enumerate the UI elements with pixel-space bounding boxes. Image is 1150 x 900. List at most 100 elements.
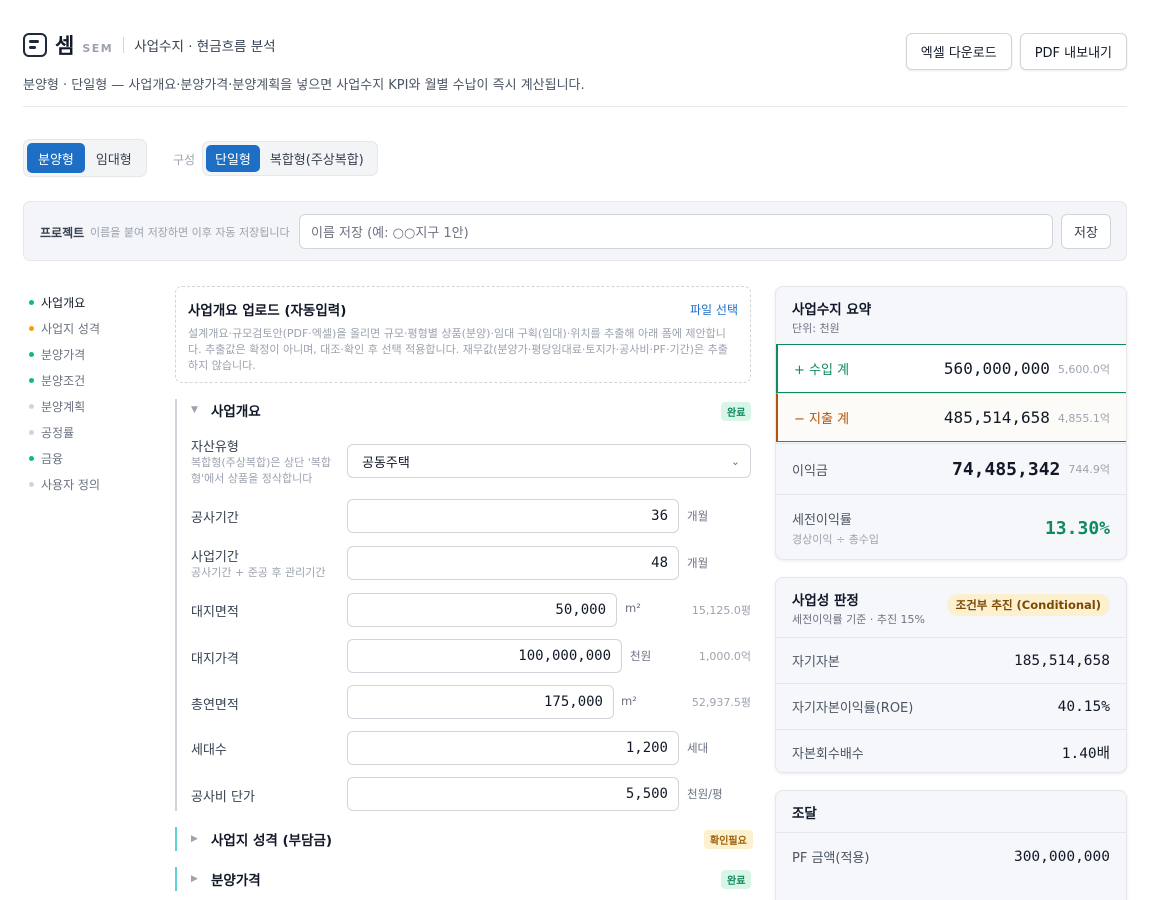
excel-download-button[interactable]: 엑셀 다운로드: [905, 33, 1012, 70]
nav-label: 분양조건: [41, 373, 86, 388]
composition-label: 구성: [173, 153, 196, 167]
revenue-small: 5,600.0억: [1057, 362, 1110, 376]
margin-sub: 경상이익 ÷ 총수입: [792, 533, 880, 546]
margin-value: 13.30%: [1044, 517, 1110, 539]
field-sub: 공사기간 + 준공 후 관리기간: [191, 566, 326, 579]
composition-toggle: 단일형 복합형(주상복합): [202, 141, 378, 176]
logo-text: 셈: [55, 34, 75, 58]
unit-label: m²: [625, 601, 641, 615]
nav-item-plan[interactable]: 분양계획: [29, 393, 100, 419]
status-dot-icon: [29, 299, 34, 305]
profit-value: 74,485,342: [952, 458, 1061, 480]
upload-desc-line: 하지 않습니다.: [188, 359, 256, 372]
field-label: 자산유형: [191, 440, 239, 455]
expense-label: − 지출 계: [794, 412, 850, 427]
composition-option-single[interactable]: 단일형: [206, 145, 260, 172]
type-option-rental[interactable]: 임대형: [85, 143, 143, 173]
upload-desc-line: 다. 추출값은 확정이 아니며, 대조·확인 후 선택 적용합니다. 재무값(분…: [188, 343, 728, 356]
multiple-row: 자본회수배수 1.40배: [776, 729, 1126, 772]
nav-item-finance[interactable]: 금융: [29, 445, 100, 471]
status-dot-icon: [29, 351, 34, 357]
field-label: 총연면적: [191, 698, 239, 713]
margin-row: 세전이익률 경상이익 ÷ 총수입 13.30%: [776, 494, 1126, 559]
card-title: 사업수지 요약: [792, 302, 872, 318]
business-period-input[interactable]: 48: [347, 546, 679, 580]
profit-label: 이익금: [792, 463, 828, 479]
card-sub: 단위: 천원: [792, 322, 840, 335]
page-title: 사업수지 · 현금흐름 분석: [134, 39, 276, 55]
construction-period-input[interactable]: 36: [347, 499, 679, 533]
converted-value: 15,125.0평: [691, 604, 751, 617]
profit-row: 이익금 74,485,342 744.9억: [776, 443, 1126, 494]
project-save-button[interactable]: 저장: [1061, 214, 1111, 249]
project-name-input[interactable]: 이름 저장 (예: ○○지구 1안): [299, 214, 1053, 249]
divider: [123, 37, 125, 53]
households-input[interactable]: 1,200: [347, 731, 679, 765]
project-label: 프로젝트: [40, 226, 85, 240]
pf-row: PF 금액(적용) 300,000,000: [776, 832, 1126, 880]
nav-label: 금융: [41, 451, 64, 466]
funding-card: 조달 PF 금액(적용) 300,000,000: [775, 790, 1127, 900]
chevron-right-icon: ▶: [191, 874, 198, 884]
nav-item-progress[interactable]: 공정률: [29, 419, 100, 445]
expense-row: − 지출 계 485,514,658 4,855.1억: [776, 393, 1126, 442]
type-option-sale[interactable]: 분양형: [27, 143, 85, 173]
section-header-overview[interactable]: ▼ 사업개요: [191, 398, 261, 422]
status-dot-icon: [29, 481, 34, 487]
field-label: 세대수: [191, 743, 227, 758]
nav-item-site[interactable]: 사업지 성격: [29, 315, 100, 341]
unit-label: 천원/평: [687, 787, 723, 801]
row-label: 자본회수배수: [792, 746, 864, 762]
field-label: 대지가격: [191, 652, 239, 667]
row-value: 185,514,658: [1013, 652, 1110, 669]
section-accent: [175, 867, 177, 891]
nav-label: 사업지 성격: [41, 321, 101, 336]
section-title: 사업지 성격 (부담금): [211, 833, 333, 849]
nav-item-overview[interactable]: 사업개요: [29, 289, 100, 315]
nav-item-price[interactable]: 분양가격: [29, 341, 100, 367]
revenue-label: + 수입 계: [794, 363, 850, 378]
field-label: 사업기간: [191, 550, 239, 565]
nav-label: 공정률: [41, 425, 75, 440]
nav-label: 분양가격: [41, 347, 86, 362]
summary-card: 사업수지 요약 단위: 천원 + 수입 계 560,000,000 5,600.…: [775, 286, 1127, 560]
chevron-down-icon: ⌄: [730, 454, 740, 468]
type-toggle: 분양형 임대형: [23, 139, 147, 177]
field-label: 공사기간: [191, 511, 239, 526]
status-badge: 완료: [721, 870, 752, 889]
land-price-input[interactable]: 100,000,000: [347, 639, 622, 673]
section-title: 사업개요: [211, 404, 261, 420]
field-sub: 복합형(주상복합)은 상단 '복합: [191, 456, 332, 469]
logo-sub: SEM: [82, 41, 114, 55]
composition-option-mixed[interactable]: 복합형(주상복합): [260, 145, 374, 172]
status-badge: 확인필요: [704, 830, 753, 849]
row-value: 1.40배: [1061, 745, 1110, 762]
gross-floor-area-input[interactable]: 175,000: [347, 685, 614, 719]
unit-label: 개월: [687, 509, 709, 523]
pdf-export-button[interactable]: PDF 내보내기: [1019, 33, 1127, 70]
section-header-site[interactable]: ▶ 사업지 성격 (부담금): [191, 827, 332, 851]
construction-cost-input[interactable]: 5,500: [347, 777, 679, 811]
select-value: 공동주택: [362, 455, 410, 471]
section-header-price[interactable]: ▶ 분양가격: [191, 867, 261, 891]
status-dot-icon: [29, 325, 34, 331]
section-nav: 사업개요 사업지 성격 분양가격 분양조건 분양계획 공정률 금융 사용자 정의: [29, 289, 100, 497]
unit-label: 천원: [630, 649, 652, 663]
row-value: 40.15%: [1057, 698, 1110, 715]
project-hint: 이름을 붙여 저장하면 이후 자동 저장됩니다: [90, 226, 290, 239]
unit-label: 개월: [687, 556, 709, 570]
profit-small: 744.9억: [1068, 463, 1110, 476]
revenue-row: + 수입 계 560,000,000 5,600.0억: [776, 344, 1126, 393]
expense-small: 4,855.1억: [1057, 411, 1110, 425]
nav-item-terms[interactable]: 분양조건: [29, 367, 100, 393]
file-select-link[interactable]: 파일 선택: [690, 301, 738, 318]
status-dot-icon: [29, 455, 34, 461]
nav-item-custom[interactable]: 사용자 정의: [29, 471, 100, 497]
land-area-input[interactable]: 50,000: [347, 593, 617, 627]
asset-type-select[interactable]: 공동주택 ⌄: [347, 444, 751, 478]
status-badge: 완료: [721, 402, 752, 421]
status-dot-icon: [29, 377, 34, 383]
unit-label: m²: [621, 694, 637, 708]
page-description: 분양형 · 단일형 — 사업개요·분양가격·분양계획을 넣으면 사업수지 KPI…: [23, 78, 585, 93]
row-value: 300,000,000: [1013, 848, 1110, 865]
